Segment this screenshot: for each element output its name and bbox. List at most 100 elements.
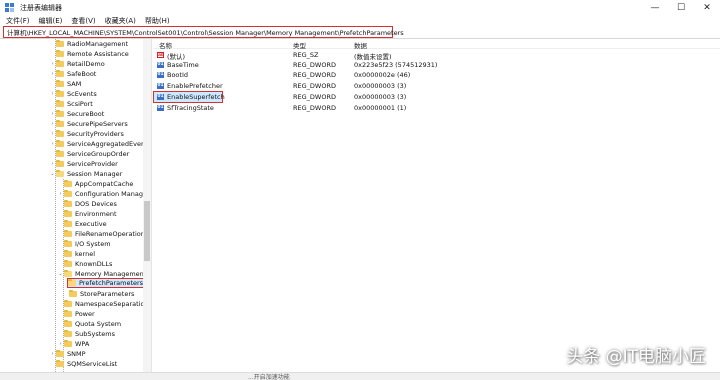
title-bar: 注册表编辑器 — ☐ ✕ [0, 0, 720, 16]
tree-item[interactable]: ⌄ Session Manager [49, 169, 122, 179]
expander-icon[interactable]: › [57, 341, 64, 347]
menu-favorites[interactable]: 收藏夹(A) [105, 16, 136, 26]
tree-item[interactable]: SQMServiceList [49, 359, 117, 369]
status-text: ...开启加速功能 [248, 374, 290, 380]
value-type: REG_DWORD [293, 93, 336, 101]
folder-icon [56, 79, 64, 87]
column-header-name[interactable]: 名称 [159, 40, 172, 50]
tree-item-label: SNMP [67, 350, 86, 358]
value-data: 0x00000003 (3) [354, 93, 407, 101]
value-data: 0x223e5f23 (574512931) [354, 61, 438, 69]
tree-item[interactable]: Power [57, 309, 95, 319]
tree-item[interactable]: kernel [57, 249, 95, 259]
folder-icon [56, 149, 64, 157]
tree-item[interactable]: SAM [49, 79, 81, 89]
tree-item[interactable]: ServiceGroupOrder [49, 149, 129, 159]
expander-icon[interactable]: › [49, 71, 56, 77]
value-row[interactable]: 01 BaseTime REG_DWORD 0x223e5f23 (574512… [153, 60, 720, 70]
expander-icon[interactable]: › [49, 131, 56, 137]
status-bar: ...开启加速功能 [0, 372, 720, 380]
tree-item-label: SAM [67, 80, 82, 88]
column-header-type[interactable]: 类型 [293, 40, 306, 50]
tree-item[interactable]: › ScEvents [49, 89, 97, 99]
column-header-data[interactable]: 数据 [354, 40, 367, 50]
tree-item-label: ScEvents [67, 90, 97, 98]
tree-item[interactable]: › ServiceProvider [49, 159, 118, 169]
menu-help[interactable]: 帮助(H) [145, 16, 170, 26]
tree-item-label: SQMServiceList [67, 360, 118, 368]
collapse-icon[interactable]: ⌄ [57, 271, 64, 277]
menu-file[interactable]: 文件(F) [6, 16, 30, 26]
tree-item[interactable]: I/O System [57, 239, 111, 249]
folder-icon [64, 319, 72, 327]
tree-item[interactable]: FileRenameOperations [57, 229, 148, 239]
value-type: REG_DWORD [293, 71, 336, 79]
tree-item[interactable]: Remote Assistance [49, 49, 129, 59]
folder-icon [56, 349, 64, 357]
value-row[interactable]: 01 SfTracingState REG_DWORD 0x00000001 (… [153, 103, 720, 113]
tree-item-label: SecurityProviders [67, 130, 124, 138]
menu-bar: 文件(F) 编辑(E) 查看(V) 收藏夹(A) 帮助(H) [0, 16, 720, 26]
close-button[interactable]: ✕ [694, 0, 720, 16]
values-list[interactable]: 名称 类型 数据 ab (默认) REG_SZ (数值未设置) 01 BaseT… [153, 39, 720, 380]
expander-icon[interactable]: › [49, 61, 56, 67]
tree-item[interactable]: StoreParameters [69, 289, 134, 299]
expander-icon[interactable]: › [49, 121, 56, 127]
folder-icon [64, 199, 72, 207]
folder-icon [56, 109, 64, 117]
tree-item[interactable]: › Configuration Manager [57, 189, 150, 199]
folder-icon [64, 239, 72, 247]
expander-icon[interactable]: › [57, 191, 64, 197]
value-type: REG_SZ [293, 51, 319, 59]
address-path[interactable]: 计算机\HKEY_LOCAL_MACHINE\SYSTEM\ControlSet… [7, 27, 404, 37]
tree-item-label: FileRenameOperations [75, 230, 149, 238]
tree-item[interactable]: › SecurityProviders [49, 129, 124, 139]
tree-item-label: SecureBoot [67, 110, 105, 118]
tree-item[interactable]: › SecureBoot [49, 109, 104, 119]
tree-item[interactable]: Quota System [57, 319, 121, 329]
value-row[interactable]: ab (默认) REG_SZ (数值未设置) [153, 50, 720, 61]
value-row-enablesuperfetch[interactable]: 01 EnableSuperfetch REG_DWORD 0x00000003… [153, 92, 720, 102]
value-data: 0x00000003 (3) [354, 82, 407, 90]
tree-item[interactable]: KnownDLLs [57, 259, 112, 269]
tree-item[interactable]: SubSystems [57, 329, 115, 339]
expander-icon[interactable]: › [49, 91, 56, 97]
tree-item[interactable]: Environment [57, 209, 117, 219]
value-row[interactable]: 01 BootId REG_DWORD 0x0000002e (46) [153, 70, 720, 80]
address-bar[interactable]: 计算机\HKEY_LOCAL_MACHINE\SYSTEM\ControlSet… [3, 26, 404, 38]
tree-item[interactable]: DOS Devices [57, 199, 117, 209]
value-name: EnableSuperfetch [167, 93, 225, 101]
tree-item[interactable]: › SafeBoot [49, 69, 96, 79]
folder-open-icon [68, 278, 76, 286]
menu-edit[interactable]: 编辑(E) [39, 16, 63, 26]
tree-item-label: RetailDemo [67, 60, 105, 68]
tree-scrollbar-thumb[interactable] [144, 201, 150, 261]
tree-item[interactable]: Executive [57, 219, 107, 229]
tree-item[interactable]: ScsiPort [49, 99, 93, 109]
tree-item[interactable]: RadioManagement [49, 39, 128, 49]
collapse-icon[interactable]: ⌄ [49, 171, 56, 177]
folder-icon [56, 39, 64, 47]
expander-icon[interactable]: › [49, 351, 56, 357]
folder-icon [64, 219, 72, 227]
tree-item[interactable]: › SNMP [49, 349, 86, 359]
expander-icon[interactable]: › [49, 161, 56, 167]
tree-item[interactable]: › RetailDemo [49, 59, 105, 69]
tree-item[interactable]: AppCompatCache [57, 179, 133, 189]
tree-item[interactable]: NamespaceSeparation [57, 299, 149, 309]
minimize-button[interactable]: — [642, 0, 668, 16]
tree-item[interactable]: › ServiceAggregatedEvents [49, 139, 151, 149]
tree-item-label: Remote Assistance [67, 50, 129, 58]
tree-item-label: ServiceProvider [67, 160, 118, 168]
menu-view[interactable]: 查看(V) [71, 16, 95, 26]
expander-icon[interactable]: › [49, 111, 56, 117]
maximize-button[interactable]: ☐ [668, 0, 694, 16]
tree-item-prefetchparameters[interactable]: PrefetchParameters [67, 278, 148, 288]
value-row[interactable]: 01 EnablePrefetcher REG_DWORD 0x00000003… [153, 81, 720, 91]
registry-tree[interactable]: RadioManagement Remote Assistance › Retai… [0, 39, 152, 380]
expander-icon[interactable]: › [49, 141, 56, 147]
tree-item[interactable]: › WPA [57, 339, 89, 349]
folder-icon [69, 289, 77, 297]
tree-item[interactable]: › SecurePipeServers [49, 119, 128, 129]
value-name: SfTracingState [167, 104, 214, 112]
